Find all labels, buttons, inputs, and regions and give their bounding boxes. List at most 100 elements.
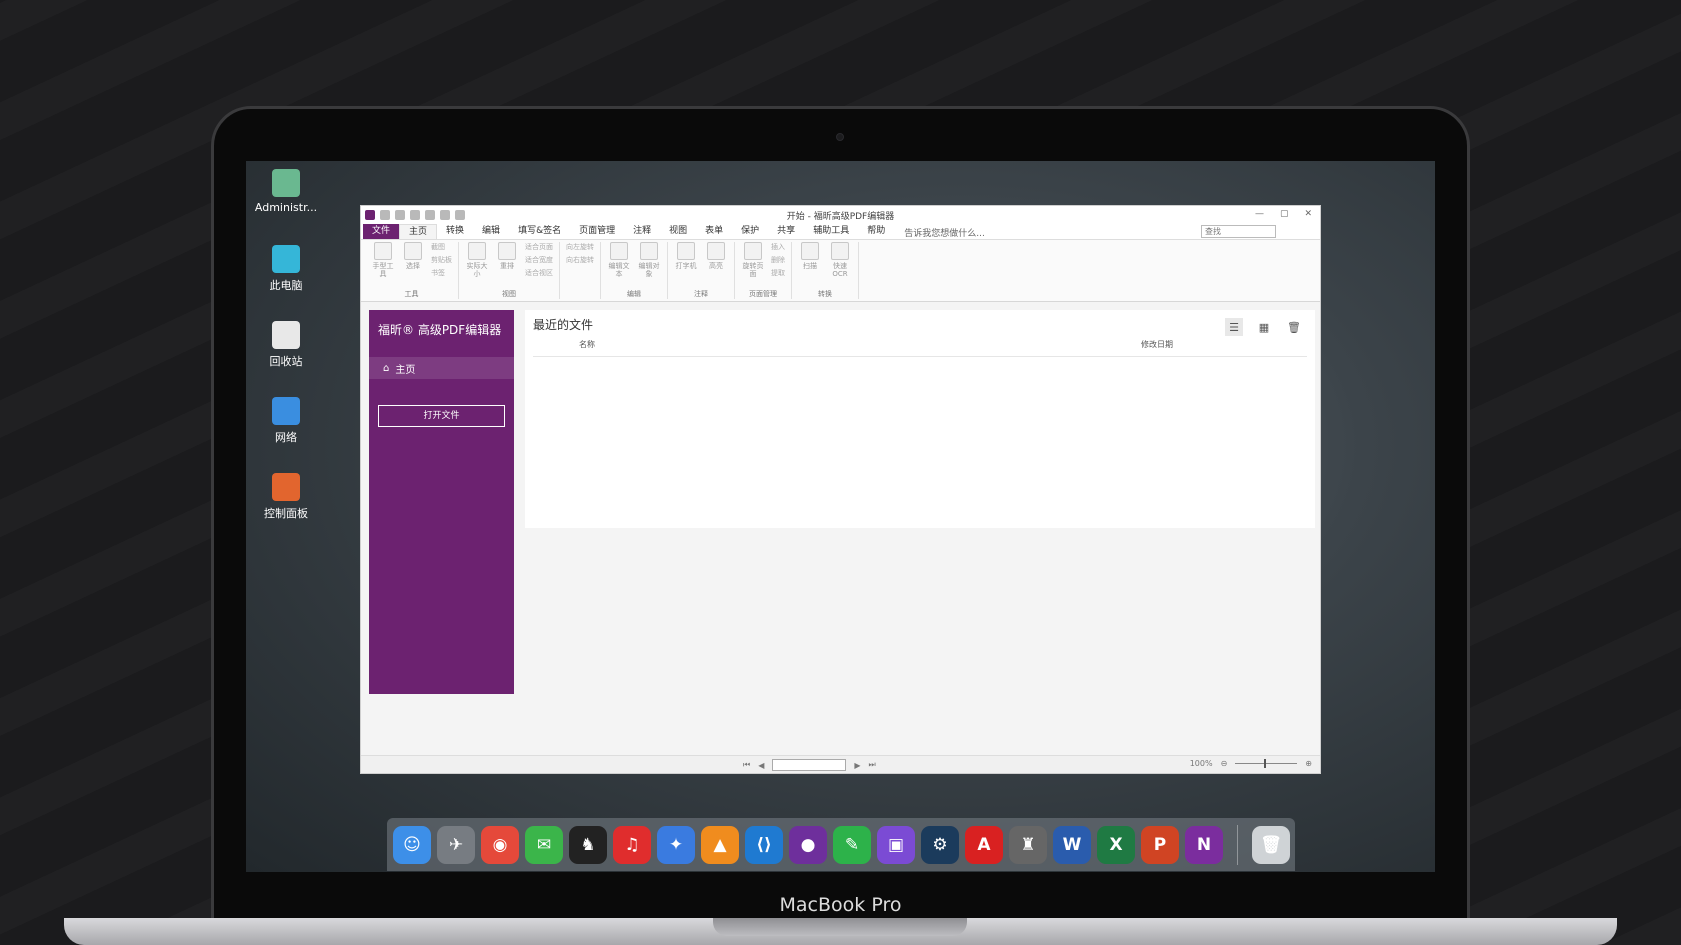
menu-tab[interactable]: 填写&签名	[509, 224, 570, 239]
zoom-level[interactable]: 100%	[1190, 759, 1213, 768]
menu-tab[interactable]: 表单	[696, 224, 732, 239]
acrobat-icon[interactable]: A	[965, 825, 1003, 864]
steam-icon[interactable]: ⚙	[921, 825, 959, 864]
ribbon-small-button[interactable]: 插入	[771, 242, 785, 252]
next-page-icon[interactable]: ▶	[854, 761, 860, 770]
rhino-icon[interactable]: ♜	[1009, 825, 1047, 864]
wechat-icon[interactable]: ✉	[525, 825, 563, 864]
search-input[interactable]: 查找	[1201, 225, 1276, 238]
ribbon-small-button[interactable]: 剪贴板	[431, 255, 452, 265]
ribbon-group: 打字机 高亮 注释	[668, 242, 735, 299]
launchpad-icon[interactable]: ✈	[437, 825, 475, 864]
excel-icon[interactable]: X	[1097, 825, 1135, 864]
ribbon-small-button[interactable]: 向右旋转	[566, 255, 594, 265]
ribbon-button-icon	[498, 242, 516, 260]
vscode-icon[interactable]: ⟨⟩	[745, 825, 783, 864]
ribbon-button[interactable]: 打字机	[674, 242, 698, 270]
ribbon-small-button[interactable]: 删除	[771, 255, 785, 265]
ribbon-button[interactable]: 编辑对象	[637, 242, 661, 278]
sidebar-item-home[interactable]: ⌂ 主页	[369, 357, 514, 379]
ribbon-button[interactable]: 编辑文本	[607, 242, 631, 278]
ribbon-small-button[interactable]: 适合页面	[525, 242, 553, 252]
ribbon-button-icon	[707, 242, 725, 260]
onenote-icon[interactable]: N	[1185, 825, 1223, 864]
ribbon-button-icon	[744, 242, 762, 260]
ribbon-button[interactable]: 手型工具	[371, 242, 395, 278]
trash-icon[interactable]: 🗑	[1252, 825, 1290, 864]
qq-icon[interactable]: ♞	[569, 825, 607, 864]
ribbon-group: 编辑文本 编辑对象编辑	[601, 242, 668, 299]
menu-tab[interactable]: 保护	[732, 224, 768, 239]
close-icon[interactable]: ✕	[1304, 209, 1312, 219]
tell-me-box[interactable]: 告诉我您想做什么...	[904, 226, 985, 239]
title-bar: 开始 - 福昕高级PDF编辑器 — ▢ ✕	[361, 206, 1320, 224]
menu-tab[interactable]: 文件	[363, 224, 400, 239]
ribbon-small-button[interactable]: 截图	[431, 242, 452, 252]
column-name[interactable]: 名称	[579, 339, 595, 350]
recent-files-title: 最近的文件	[533, 318, 594, 332]
zoom-in-icon[interactable]: ⊕	[1305, 759, 1312, 768]
netease-music-icon[interactable]: ♫	[613, 825, 651, 864]
menu-bar: 文件 主页 转换 编辑 填写&签名 页面管理 注释 视图 表单 保护 共享 辅助工具 帮助 告诉我您想做…	[361, 224, 1320, 240]
column-date[interactable]: 修改日期	[1141, 339, 1173, 350]
zoom-out-icon[interactable]: ⊖	[1221, 759, 1228, 768]
evernote-icon[interactable]: ✎	[833, 825, 871, 864]
desktop-icon[interactable]: 网络	[246, 397, 326, 445]
menu-tab[interactable]: 页面管理	[570, 224, 624, 239]
page-navigation: ⏮ ◀ ▶ ⏭	[743, 759, 876, 771]
menu-tab[interactable]: 共享	[768, 224, 804, 239]
menu-tab[interactable]: 视图	[660, 224, 696, 239]
menu-tab[interactable]: 主页	[399, 224, 438, 239]
list-view-icon[interactable]: ☰	[1225, 318, 1243, 336]
desktop-icon[interactable]: 此电脑	[246, 245, 326, 293]
feishu-icon[interactable]: ✦	[657, 825, 695, 864]
ribbon-small-button[interactable]: 适合宽度	[525, 255, 553, 265]
chrome-icon[interactable]: ◉	[481, 825, 519, 864]
menu-tab[interactable]: 辅助工具	[804, 224, 858, 239]
powerpoint-icon[interactable]: P	[1141, 825, 1179, 864]
ribbon-button[interactable]: 旋转页面	[741, 242, 765, 278]
github-icon[interactable]: ●	[789, 825, 827, 864]
minimize-icon[interactable]: —	[1255, 209, 1264, 219]
menu-tab[interactable]: 帮助	[858, 224, 894, 239]
desktop-icon[interactable]: 回收站	[246, 321, 326, 369]
menu-tab[interactable]: 注释	[624, 224, 660, 239]
twitch-icon[interactable]: ▣	[877, 825, 915, 864]
prev-page-icon[interactable]: ◀	[758, 761, 764, 770]
ribbon-button[interactable]: 扫描	[798, 242, 822, 270]
ribbon-button-label: 旋转页面	[742, 262, 764, 278]
maximize-icon[interactable]: ▢	[1280, 209, 1289, 219]
desktop-icon-label: 此电脑	[269, 279, 303, 292]
grid-view-icon[interactable]: ▦	[1255, 318, 1273, 336]
ribbon-button-icon	[640, 242, 658, 260]
zoom-slider[interactable]	[1235, 759, 1298, 768]
ribbon-group-label: 视图	[502, 290, 516, 298]
ribbon-group: 旋转页面 插入 删除 提取 页面管理	[735, 242, 792, 299]
ribbon-button[interactable]: 高亮	[704, 242, 728, 270]
ribbon-small-button[interactable]: 提取	[771, 268, 785, 278]
word-icon[interactable]: W	[1053, 825, 1091, 864]
page-number-input[interactable]	[772, 759, 847, 771]
desktop-icon[interactable]: Administr...	[246, 169, 326, 214]
ribbon-button-label: 编辑文本	[608, 262, 630, 278]
ribbon-button[interactable]: 实际大小	[465, 242, 489, 278]
ribbon-small-button[interactable]: 适合视区	[525, 268, 553, 278]
ribbon-button-icon	[468, 242, 486, 260]
first-page-icon[interactable]: ⏮	[743, 760, 750, 770]
ribbon-button[interactable]: 重排	[495, 242, 519, 270]
foxit-window: 开始 - 福昕高级PDF编辑器 — ▢ ✕ 文件 主页 转换 编辑 填写&签名 页面管理注…	[360, 205, 1321, 774]
ribbon-button[interactable]: 选择	[401, 242, 425, 270]
desktop-icon[interactable]: 控制面板	[246, 473, 326, 521]
finder-icon[interactable]: ☺	[393, 825, 431, 864]
open-file-button[interactable]: 打开文件	[378, 405, 505, 427]
ribbon-small-button[interactable]: 书签	[431, 268, 452, 278]
ribbon-small-button[interactable]: 向左旋转	[566, 242, 594, 252]
ribbon-group-label: 编辑	[627, 290, 641, 298]
vlc-icon[interactable]: ▲	[701, 825, 739, 864]
ribbon-button[interactable]: 快速OCR	[828, 242, 852, 278]
menu-tab[interactable]: 编辑	[473, 224, 509, 239]
menu-tab[interactable]: 转换	[437, 224, 473, 239]
column-headers: 名称 修改日期	[533, 339, 1307, 357]
last-page-icon[interactable]: ⏭	[869, 760, 876, 770]
delete-icon[interactable]: 🗑	[1285, 318, 1303, 336]
